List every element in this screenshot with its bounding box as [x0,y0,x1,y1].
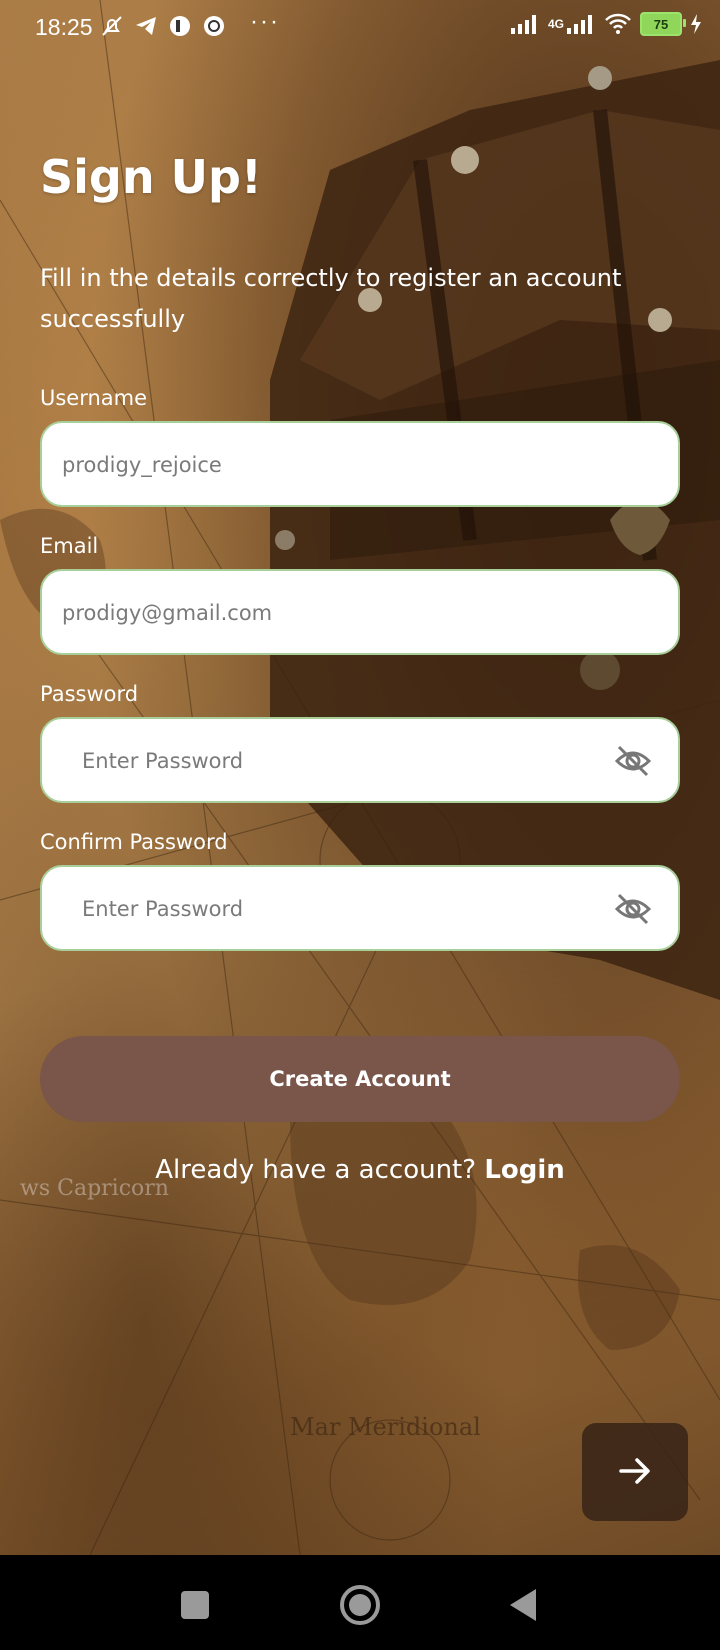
signup-screen: Mar Meridional ws Capricorn 18:25 ··· 4G… [0,0,720,1555]
confirm-password-field[interactable] [40,865,680,951]
arrow-right-icon [619,1457,650,1484]
charging-icon [691,14,701,34]
system-status-icons: 4G 75 [510,12,702,36]
home-icon[interactable] [338,1583,382,1627]
email-input[interactable] [60,571,584,655]
login-link[interactable]: Login [484,1155,564,1185]
signal-icon [567,15,592,34]
more-notifications-indicator: ··· [250,8,280,35]
eye-off-icon[interactable] [614,743,652,779]
map-label-mar-meridional: Mar Meridional [290,1413,481,1441]
app-icon [204,16,224,36]
password-field[interactable] [40,717,680,803]
email-field[interactable] [40,569,680,655]
username-field[interactable] [40,421,680,507]
page-title: Sign Up! [40,150,262,204]
network-type: 4G [547,17,564,31]
password-input[interactable] [80,719,604,803]
notification-icons [100,14,226,38]
eye-off-icon[interactable] [614,891,652,927]
recents-icon[interactable] [173,1583,217,1627]
wifi-icon [605,13,631,34]
status-time: 18:25 [35,14,93,40]
app-icon [170,16,190,36]
signal-icon [510,15,536,34]
create-account-button[interactable]: Create Account [40,1036,680,1122]
muted-notification-icon [102,16,122,36]
page-subtitle: Fill in the details correctly to registe… [40,264,622,333]
email-label: Email [40,534,99,558]
username-input[interactable] [60,423,584,507]
next-button[interactable] [582,1423,688,1521]
battery-icon: 75 [640,12,686,36]
back-icon[interactable] [502,1583,546,1627]
treasure-chest-image [270,60,720,1000]
login-prompt-text: Already have a account? [155,1155,477,1185]
login-prompt: Already have a account? Login [0,1155,720,1185]
confirm-password-input[interactable] [80,867,604,951]
telegram-icon [136,17,156,35]
username-label: Username [40,386,148,410]
system-nav-bar [0,1555,720,1650]
password-label: Password [40,682,139,706]
confirm-password-label: Confirm Password [40,830,228,854]
status-bar: 18:25 ··· 4G 75 [0,0,720,56]
